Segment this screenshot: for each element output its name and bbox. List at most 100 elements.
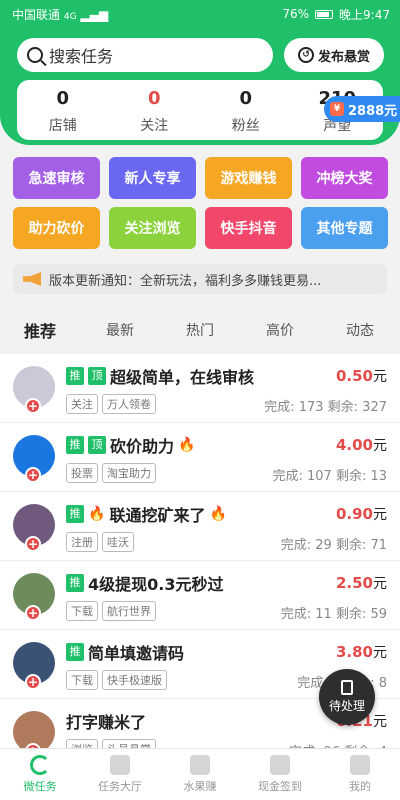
price-amount: 3.80 (335, 643, 373, 661)
task-price: 4.00元 (336, 435, 387, 455)
wallet-balance-button[interactable]: ¥ 2888元 (324, 96, 400, 122)
task-badge: 顶 (88, 436, 106, 454)
follow-plus-icon[interactable]: + (25, 398, 41, 414)
category-button[interactable]: 新人专享 (109, 157, 196, 199)
follow-plus-icon[interactable]: + (25, 674, 41, 690)
stat-value: 0 (56, 88, 70, 109)
bottom-nav-item[interactable]: 现金签到 (240, 749, 320, 800)
remaining-count: 剩余: 327 (327, 400, 387, 415)
task-title: 联通挖矿来了 (109, 506, 206, 525)
bottom-nav-item[interactable]: 水果赚 (160, 749, 240, 800)
price-unit: 元 (373, 369, 387, 385)
task-price: 3.80元 (336, 642, 387, 662)
follow-plus-icon[interactable]: + (25, 536, 41, 552)
task-title-row: 推顶砍价助力 🔥 (66, 433, 195, 457)
stat-following[interactable]: 0 关注 (109, 80, 201, 140)
notice-text: 版本更新通知：全新玩法，福利多多赚钱更易... (49, 273, 322, 289)
tab-item[interactable]: 高价 (240, 320, 320, 340)
task-tag: 万人领卷 (102, 394, 156, 414)
avatar[interactable]: + (13, 573, 55, 621)
task-progress: 完成: 96 剩余: 4 (289, 741, 387, 748)
price-amount: 0.50 (335, 367, 373, 385)
pending-button[interactable]: 待处理 (319, 669, 375, 725)
stat-label: 关注 (140, 118, 169, 134)
price-unit: 元 (373, 714, 387, 730)
task-progress: 完成: 107 剩余: 13 (272, 465, 387, 484)
price-unit: 元 (373, 507, 387, 523)
avatar[interactable]: + (13, 504, 55, 552)
category-button[interactable]: 快手抖音 (205, 207, 292, 249)
remaining-count: 剩余: 13 (335, 469, 387, 484)
bottom-nav-item[interactable]: 微任务 (0, 749, 80, 800)
category-button[interactable]: 助力砍价 (13, 207, 100, 249)
task-tag: 下载 (66, 670, 98, 690)
task-title-row: 推顶超级简单，在线审核 (66, 364, 254, 388)
stat-shops[interactable]: 0 店铺 (17, 80, 109, 140)
task-row[interactable]: + 推 4级提现0.3元秒过 下载 航行世界 2.50元 完成: 11 剩余: 59 (0, 561, 400, 630)
done-count: 完成: 29 (280, 538, 332, 553)
avatar[interactable]: + (13, 711, 55, 748)
task-tags: 浏览头号悬赏 (66, 739, 156, 748)
wallet-amount: 2888元 (348, 103, 398, 119)
task-row[interactable]: + 推 🔥 联通挖矿来了 🔥 注册 哇沃 0.90元 完成: 29 剩余: 71 (0, 492, 400, 561)
task-progress: 完成: 173 剩余: 327 (264, 396, 387, 415)
remaining-count: 剩余: 59 (335, 607, 387, 622)
stat-fans[interactable]: 0 粉丝 (200, 80, 292, 140)
task-title: 超级简单，在线审核 (110, 368, 255, 387)
follow-plus-icon[interactable]: + (25, 605, 41, 621)
avatar[interactable]: + (13, 642, 55, 690)
task-badge: 推 (66, 574, 84, 592)
task-badge: 推 (66, 505, 84, 523)
price-amount: 4.00 (335, 436, 373, 454)
task-title-row: 推 4级提现0.3元秒过 (66, 571, 223, 595)
task-tag: 头号悬赏 (102, 739, 156, 748)
bottom-nav-label: 任务大厅 (98, 780, 142, 793)
task-row[interactable]: + 推顶砍价助力 🔥 投票 淘宝助力 4.00元 完成: 107 剩余: 13 (0, 423, 400, 492)
category-button[interactable]: 关注浏览 (109, 207, 196, 249)
flame-icon: 🔥 (178, 437, 196, 453)
category-button[interactable]: 其他专题 (301, 207, 388, 249)
bottom-nav-item[interactable]: 任务大厅 (80, 749, 160, 800)
task-tag: 关注 (66, 394, 98, 414)
task-tag: 浏览 (66, 739, 98, 748)
calendar-icon (270, 755, 290, 775)
task-tag: 投票 (66, 463, 98, 483)
publish-label: 发布悬赏 (317, 49, 370, 65)
price-amount: 0.90 (335, 505, 373, 523)
remaining-count: 剩余: 71 (335, 538, 387, 553)
category-button[interactable]: 急速审核 (13, 157, 100, 199)
tab-item[interactable]: 热门 (160, 320, 240, 340)
header: 中国联通 4G ▂▄▆ 76% 晚上9:47 搜索任务 ↺ 发布悬赏 0 店铺 … (0, 0, 400, 145)
follow-plus-icon[interactable]: + (25, 467, 41, 483)
done-count: 完成: 173 (264, 400, 324, 415)
task-tag: 注册 (66, 532, 98, 552)
search-input[interactable]: 搜索任务 (17, 38, 273, 72)
tab-item[interactable]: 动态 (320, 320, 400, 340)
tab-item[interactable]: 最新 (80, 320, 160, 340)
task-title: 4级提现0.3元秒过 (88, 575, 224, 594)
task-title: 打字赚米了 (66, 713, 147, 732)
flame-icon: 🔥 (88, 506, 106, 522)
bottom-nav-item[interactable]: 我的 (320, 749, 400, 800)
category-button[interactable]: 游戏赚钱 (205, 157, 292, 199)
bottom-nav-label: 微任务 (23, 780, 57, 793)
clock: 晚上9:47 (339, 7, 390, 22)
category-button[interactable]: 冲榜大奖 (301, 157, 388, 199)
price-unit: 元 (373, 438, 387, 454)
refresh-icon (30, 755, 50, 775)
bottom-nav-label: 我的 (349, 780, 371, 793)
task-badge: 推 (66, 367, 84, 385)
task-price: 0.90元 (336, 504, 387, 524)
task-tags: 下载 航行世界 (66, 601, 156, 621)
price-unit: 元 (373, 576, 387, 592)
fruit-icon (190, 755, 210, 775)
red-packet-icon: ¥ (330, 102, 344, 116)
task-row[interactable]: + 推顶超级简单，在线审核关注 万人领卷 0.50元完成: 173 剩余: 327 (0, 354, 400, 423)
bottom-nav-label: 现金签到 (258, 780, 302, 793)
notice-bar[interactable]: 版本更新通知：全新玩法，福利多多赚钱更易... (13, 264, 387, 294)
publish-button[interactable]: ↺ 发布悬赏 (284, 38, 384, 72)
avatar[interactable]: + (13, 435, 55, 483)
task-tags: 注册 哇沃 (66, 532, 134, 552)
tab-item[interactable]: 推荐 (0, 318, 80, 342)
avatar[interactable]: + (13, 366, 55, 414)
